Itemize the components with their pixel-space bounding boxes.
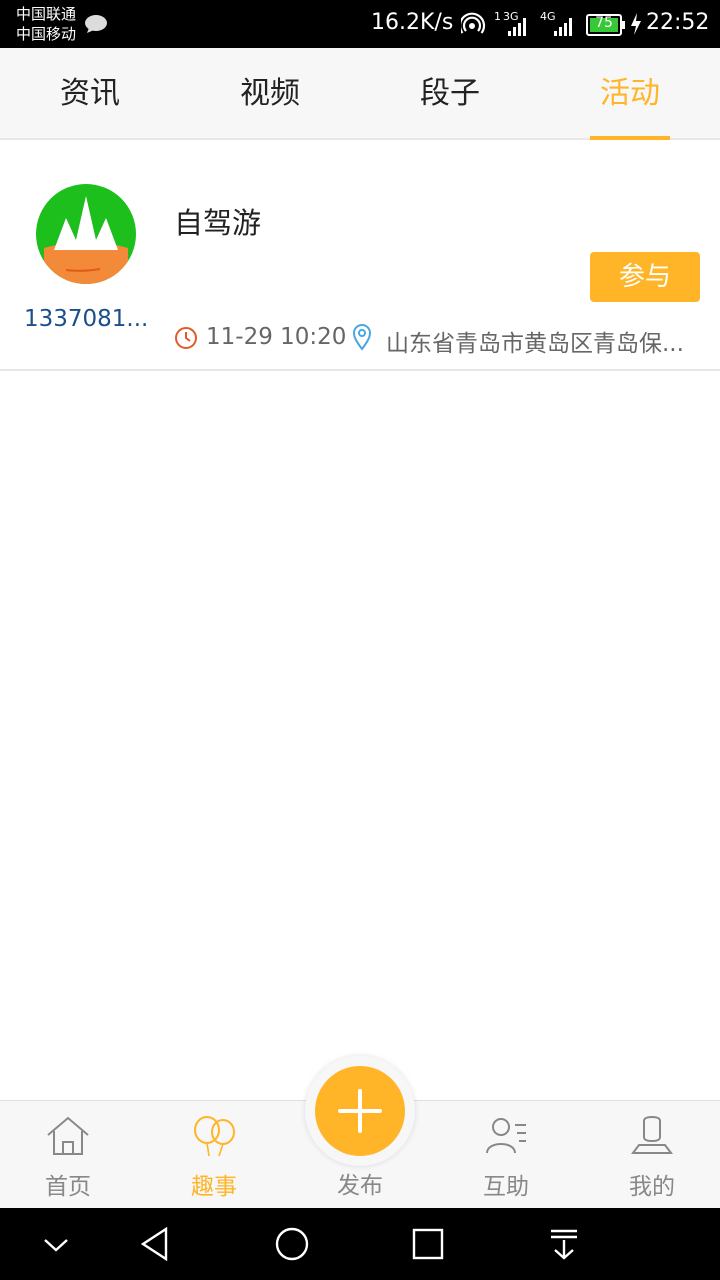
activity-time: 11-29 10:20	[206, 324, 347, 350]
publish-label: 发布	[337, 1173, 383, 1199]
home-icon	[47, 1116, 89, 1155]
status-bar: 中国联通 中国移动 16.2K/s 1 3G 4G 75 22:52	[0, 0, 720, 48]
avatar[interactable]	[36, 184, 136, 284]
plus-icon	[338, 1089, 382, 1133]
sim1-slot-label: 1	[494, 10, 501, 23]
nav-label: 趣事	[191, 1174, 237, 1200]
hotspot-icon	[461, 12, 486, 34]
nav-mine[interactable]: 我的	[579, 1101, 720, 1209]
location-pin-icon	[352, 324, 372, 351]
tab-video[interactable]: 视频	[180, 48, 360, 140]
carrier-2: 中国移动	[16, 25, 77, 43]
profile-icon	[631, 1115, 673, 1154]
home-circle-icon[interactable]	[274, 1226, 310, 1262]
battery-tip	[622, 21, 625, 29]
username[interactable]: 1337081...	[24, 306, 152, 332]
charging-icon	[631, 13, 641, 35]
publish-button[interactable]	[315, 1066, 405, 1156]
carrier-1: 中国联通	[16, 5, 77, 23]
join-button[interactable]: 参与	[590, 252, 700, 302]
nav-fun[interactable]: 趣事	[141, 1101, 287, 1209]
nav-home[interactable]: 首页	[0, 1101, 141, 1209]
tab-label: 视频	[240, 76, 300, 111]
tab-label: 段子	[420, 76, 480, 111]
tab-jokes[interactable]: 段子	[360, 48, 540, 140]
chat-bubble-icon	[85, 15, 107, 33]
activity-title: 自驾游	[174, 206, 262, 240]
hide-nav-icon[interactable]	[38, 1226, 74, 1262]
back-icon[interactable]	[138, 1226, 174, 1262]
screen: 中国联通 中国移动 16.2K/s 1 3G 4G 75 22:52 资讯 视频…	[0, 0, 720, 1280]
tab-label: 资讯	[60, 76, 120, 111]
active-tab-indicator	[590, 136, 670, 140]
sim2-signal-icon: 4G	[538, 10, 578, 38]
nav-label: 互助	[483, 1174, 529, 1200]
contacts-icon	[486, 1118, 526, 1154]
nav-label: 我的	[629, 1174, 675, 1200]
nav-help[interactable]: 互助	[433, 1101, 579, 1209]
clock-icon	[175, 327, 197, 349]
battery-icon: 75	[586, 14, 626, 36]
battery-level: 75	[595, 15, 613, 31]
tab-activities[interactable]: 活动	[540, 48, 720, 140]
tab-news[interactable]: 资讯	[0, 48, 180, 140]
system-nav-bar	[0, 1208, 720, 1280]
sim1-signal-icon: 1 3G	[494, 10, 532, 38]
category-tabs: 资讯 视频 段子 活动	[0, 48, 720, 140]
carrier-info: 中国联通 中国移动	[16, 4, 76, 44]
balloons-icon	[194, 1116, 235, 1157]
network-speed: 16.2K/s	[371, 10, 454, 35]
nav-label: 首页	[45, 1174, 91, 1200]
activity-card[interactable]: 1337081... 自驾游 参与 11-29 10:20 山东省青岛市黄岛区青…	[0, 142, 720, 371]
tab-label: 活动	[600, 76, 660, 111]
activity-location: 山东省青岛市黄岛区青岛保...	[386, 331, 684, 357]
recent-apps-icon[interactable]	[410, 1226, 446, 1262]
status-clock: 22:52	[646, 10, 710, 35]
notification-pull-icon[interactable]	[546, 1226, 582, 1262]
